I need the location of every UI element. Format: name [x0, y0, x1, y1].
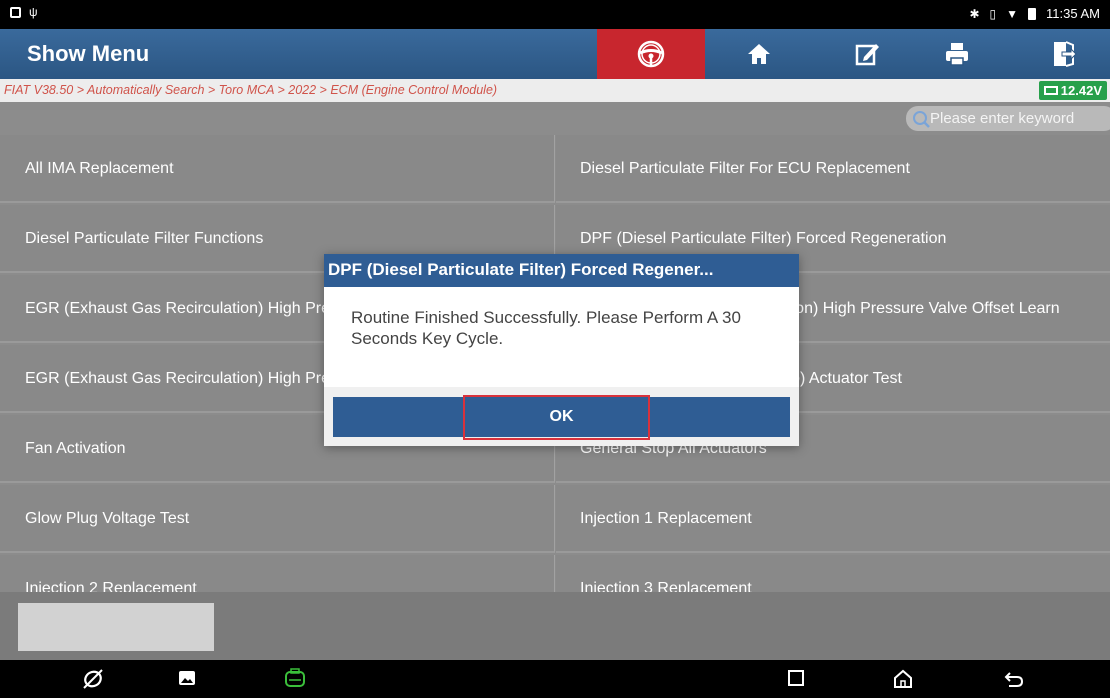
steering-wheel-icon — [637, 40, 665, 68]
dialog-footer: OK — [324, 387, 799, 446]
bluetooth-icon: ✱ — [969, 6, 980, 21]
search-input[interactable] — [930, 110, 1110, 127]
menu-item[interactable]: Glow Plug Voltage Test — [0, 485, 555, 553]
car-battery-icon — [1043, 86, 1058, 95]
menu-item[interactable]: Diesel Particulate Filter For ECU Replac… — [556, 135, 1110, 203]
system-nav-bar — [0, 660, 1110, 698]
voltage-value: 12.42V — [1060, 83, 1102, 98]
menu-item[interactable]: Injection 3 Replacement — [556, 555, 1110, 592]
edit-report-icon — [855, 44, 879, 66]
status-time: 11:35 AM — [1046, 6, 1100, 21]
page-title: Show Menu — [27, 41, 150, 66]
exit-button[interactable] — [1010, 29, 1110, 79]
browser-icon[interactable] — [82, 668, 104, 690]
breadcrumb-path: FIAT V38.50 > Automatically Search > Tor… — [4, 83, 498, 97]
ok-button[interactable]: OK — [333, 397, 790, 437]
voltage-badge: 12.42V — [1038, 81, 1107, 100]
menu-item[interactable]: Injection 1 Replacement — [556, 485, 1110, 553]
vibrate-icon: ▯ — [989, 6, 997, 21]
exit-icon — [1054, 41, 1077, 67]
usb-notification-icon: ψ — [29, 5, 38, 19]
steering-wheel-button[interactable] — [597, 29, 705, 79]
home-button[interactable] — [705, 29, 813, 79]
back-icon[interactable] — [1003, 668, 1025, 690]
dialog-message: Routine Finished Successfully. Please Pe… — [351, 308, 741, 348]
title-bar: Show Menu — [0, 29, 1110, 79]
print-icon — [946, 43, 968, 66]
menu-item[interactable]: All IMA Replacement — [0, 135, 555, 203]
status-bar: ψ ✱ ▯ ▼ 11:35 AM — [0, 0, 1110, 29]
breadcrumb: FIAT V38.50 > Automatically Search > Tor… — [0, 79, 1110, 102]
bottom-action-button[interactable] — [18, 603, 214, 651]
recents-icon[interactable] — [786, 668, 806, 688]
search-box[interactable] — [906, 106, 1110, 131]
home-nav-icon[interactable] — [892, 668, 914, 690]
wifi-icon: ▼ — [1006, 6, 1019, 21]
dialog-title: DPF (Diesel Particulate Filter) Forced R… — [324, 254, 799, 287]
result-dialog: DPF (Diesel Particulate Filter) Forced R… — [324, 254, 799, 446]
bottom-action-bar — [0, 592, 1110, 660]
search-icon — [913, 110, 930, 128]
menu-item[interactable]: Injection 2 Replacement — [0, 555, 555, 592]
vci-icon[interactable] — [283, 668, 307, 690]
battery-icon — [1028, 7, 1037, 20]
home-icon — [748, 44, 770, 64]
gallery-icon[interactable] — [177, 668, 197, 688]
search-row — [0, 102, 1110, 135]
print-button[interactable] — [903, 29, 1011, 79]
image-notification-icon — [10, 6, 21, 18]
